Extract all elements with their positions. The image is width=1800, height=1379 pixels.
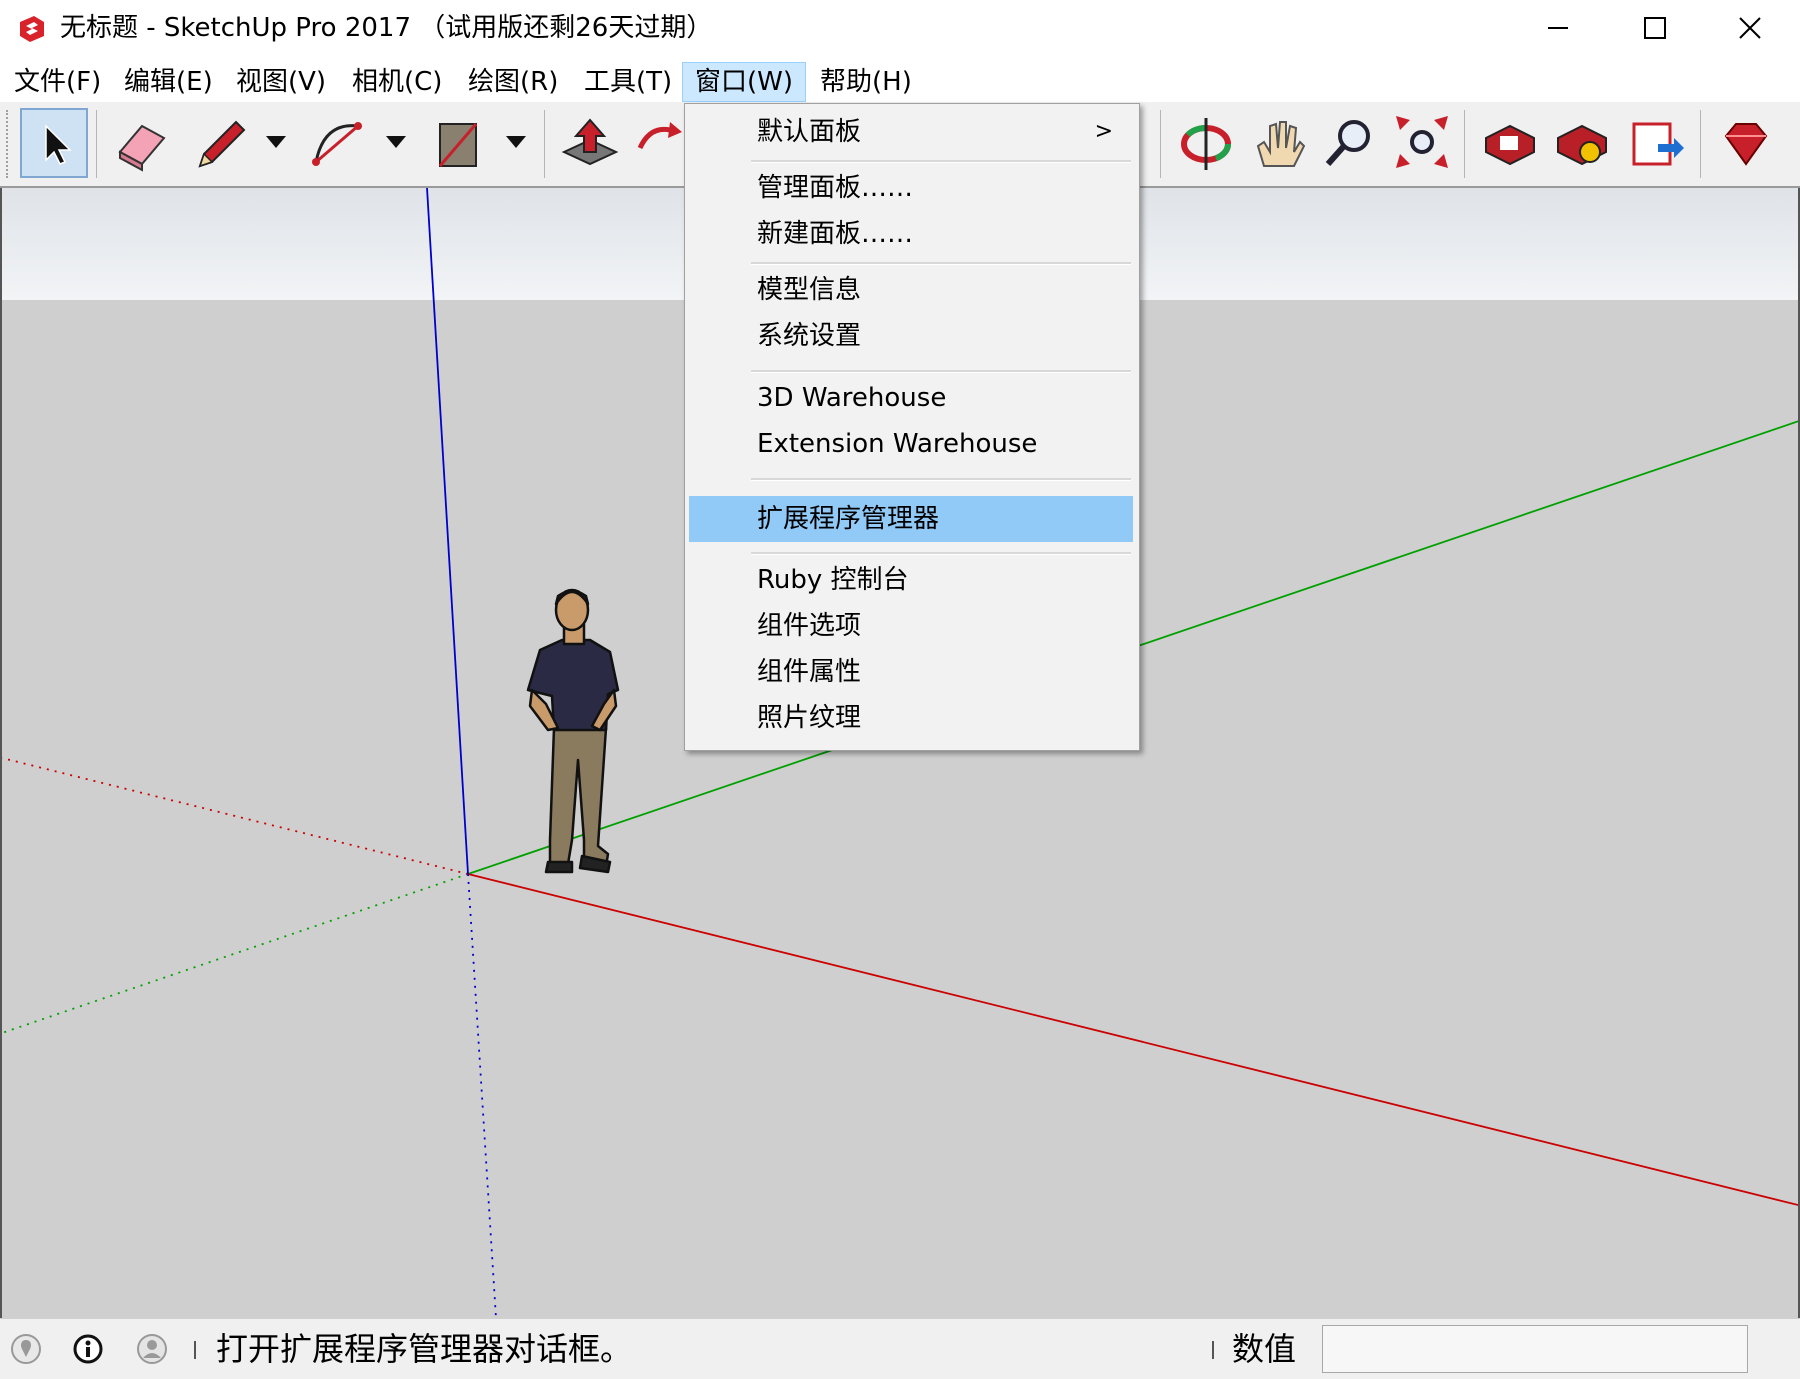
toolbar-separator — [96, 110, 97, 178]
rectangle-icon — [438, 123, 478, 167]
green-axis-negative — [2, 873, 469, 1034]
chevron-down-icon[interactable] — [262, 132, 290, 152]
measurements-input[interactable] — [1322, 1325, 1748, 1373]
toolbar-separator — [1464, 110, 1465, 178]
3d-warehouse-icon — [1485, 124, 1535, 166]
close-icon — [1739, 17, 1761, 39]
toolbar-separator — [1700, 110, 1701, 178]
close-button[interactable] — [1702, 0, 1798, 56]
submenu-arrow-icon: > — [1094, 119, 1113, 144]
rectangle-tool-button[interactable] — [424, 108, 492, 178]
measurements-label: 数值 — [1232, 1330, 1297, 1368]
zoom-icon — [1325, 120, 1370, 166]
window-menu-dropdown: 默认面板 > 管理面板…… 新建面板…… 模型信息 系统设置 3D Wareho… — [684, 103, 1140, 751]
menu-draw[interactable]: 绘图(R) — [456, 62, 570, 102]
blue-axis-negative — [467, 873, 497, 1318]
select-tool-button[interactable] — [20, 108, 88, 178]
menu-window[interactable]: 窗口(W) — [682, 62, 806, 102]
menu-item-preferences[interactable]: 系统设置 — [687, 314, 1137, 358]
orbit-icon — [1181, 118, 1231, 170]
status-divider — [194, 1341, 196, 1359]
push-pull-icon — [561, 118, 619, 166]
blue-axis-positive — [426, 188, 469, 875]
maximize-icon — [1644, 17, 1666, 39]
menu-item-extension-warehouse[interactable]: Extension Warehouse — [687, 422, 1137, 466]
arc-icon — [312, 122, 362, 166]
red-axis-negative — [2, 757, 469, 875]
extension-manager-ruby-icon — [1724, 123, 1768, 166]
info-icon[interactable] — [72, 1333, 104, 1365]
minimize-button[interactable] — [1510, 0, 1606, 56]
pencil-tool-button[interactable] — [186, 108, 254, 178]
orbit-tool-button[interactable] — [1172, 108, 1240, 178]
status-message: 打开扩展程序管理器对话框。 — [216, 1330, 633, 1368]
menu-separator — [751, 160, 1131, 163]
maximize-button[interactable] — [1606, 0, 1702, 56]
move-icon — [637, 122, 682, 150]
chevron-down-icon[interactable] — [382, 132, 410, 152]
eraser-icon — [118, 124, 166, 172]
menu-item-ruby-console[interactable]: Ruby 控制台 — [687, 558, 1137, 602]
scale-figure-person[interactable] — [526, 588, 620, 874]
menu-item-extension-manager[interactable]: 扩展程序管理器 — [689, 496, 1133, 542]
toolbar-grip[interactable] — [6, 110, 12, 178]
menu-separator — [751, 478, 1131, 481]
pencil-icon — [198, 120, 246, 168]
menu-camera[interactable]: 相机(C) — [340, 62, 454, 102]
menu-item-new-tray[interactable]: 新建面板…… — [687, 212, 1137, 256]
menu-separator — [751, 262, 1131, 265]
menu-item-label: 默认面板 — [757, 117, 862, 147]
menu-item-component-attributes[interactable]: 组件属性 — [687, 650, 1137, 694]
menu-tools[interactable]: 工具(T) — [572, 62, 684, 102]
extension-warehouse-button[interactable] — [1548, 108, 1616, 178]
menu-item-model-info[interactable]: 模型信息 — [687, 268, 1137, 312]
menu-item-3d-warehouse[interactable]: 3D Warehouse — [687, 376, 1137, 420]
minimize-icon — [1548, 27, 1568, 29]
menu-view[interactable]: 视图(V) — [224, 62, 338, 102]
share-model-button[interactable] — [1622, 108, 1690, 178]
geo-location-icon[interactable] — [10, 1333, 42, 1365]
menu-separator — [751, 552, 1131, 555]
title-bar: 无标题 - SketchUp Pro 2017 （试用版还剩26天过期） — [0, 0, 1800, 56]
menu-help[interactable]: 帮助(H) — [808, 62, 924, 102]
pan-icon — [1256, 121, 1306, 167]
menu-item-manage-trays[interactable]: 管理面板…… — [687, 166, 1137, 210]
eraser-tool-button[interactable] — [108, 108, 176, 178]
extension-manager-button[interactable] — [1712, 108, 1780, 178]
sketchup-logo-icon — [20, 16, 44, 42]
arc-tool-button[interactable] — [304, 108, 372, 178]
chevron-down-icon[interactable] — [502, 132, 530, 152]
menu-separator — [751, 370, 1131, 373]
extension-warehouse-icon — [1557, 124, 1607, 166]
3d-warehouse-button[interactable] — [1476, 108, 1544, 178]
menu-bar: 文件(F) 编辑(E) 视图(V) 相机(C) 绘图(R) 工具(T) 窗口(W… — [0, 62, 1800, 102]
red-axis-positive — [467, 873, 1798, 1206]
pan-tool-button[interactable] — [1244, 108, 1312, 178]
menu-item-component-options[interactable]: 组件选项 — [687, 604, 1137, 648]
zoom-extents-tool-button[interactable] — [1388, 108, 1456, 178]
zoom-tool-button[interactable] — [1314, 108, 1382, 178]
share-model-icon — [1632, 122, 1684, 166]
select-icon — [45, 124, 72, 165]
status-bar: 打开扩展程序管理器对话框。 数值 — [0, 1318, 1800, 1379]
menu-edit[interactable]: 编辑(E) — [112, 62, 225, 102]
toolbar-separator — [1160, 110, 1161, 178]
toolbar-separator — [544, 110, 545, 178]
push-pull-tool-button[interactable] — [556, 108, 624, 178]
menu-item-photo-textures[interactable]: 照片纹理 — [687, 696, 1137, 740]
window-title: 无标题 - SketchUp Pro 2017 （试用版还剩26天过期） — [60, 13, 713, 43]
zoom-extents-icon — [1396, 116, 1448, 168]
status-divider — [1212, 1341, 1214, 1359]
user-icon[interactable] — [136, 1333, 168, 1365]
menu-file[interactable]: 文件(F) — [2, 62, 113, 102]
menu-item-default-tray[interactable]: 默认面板 > — [687, 110, 1137, 154]
